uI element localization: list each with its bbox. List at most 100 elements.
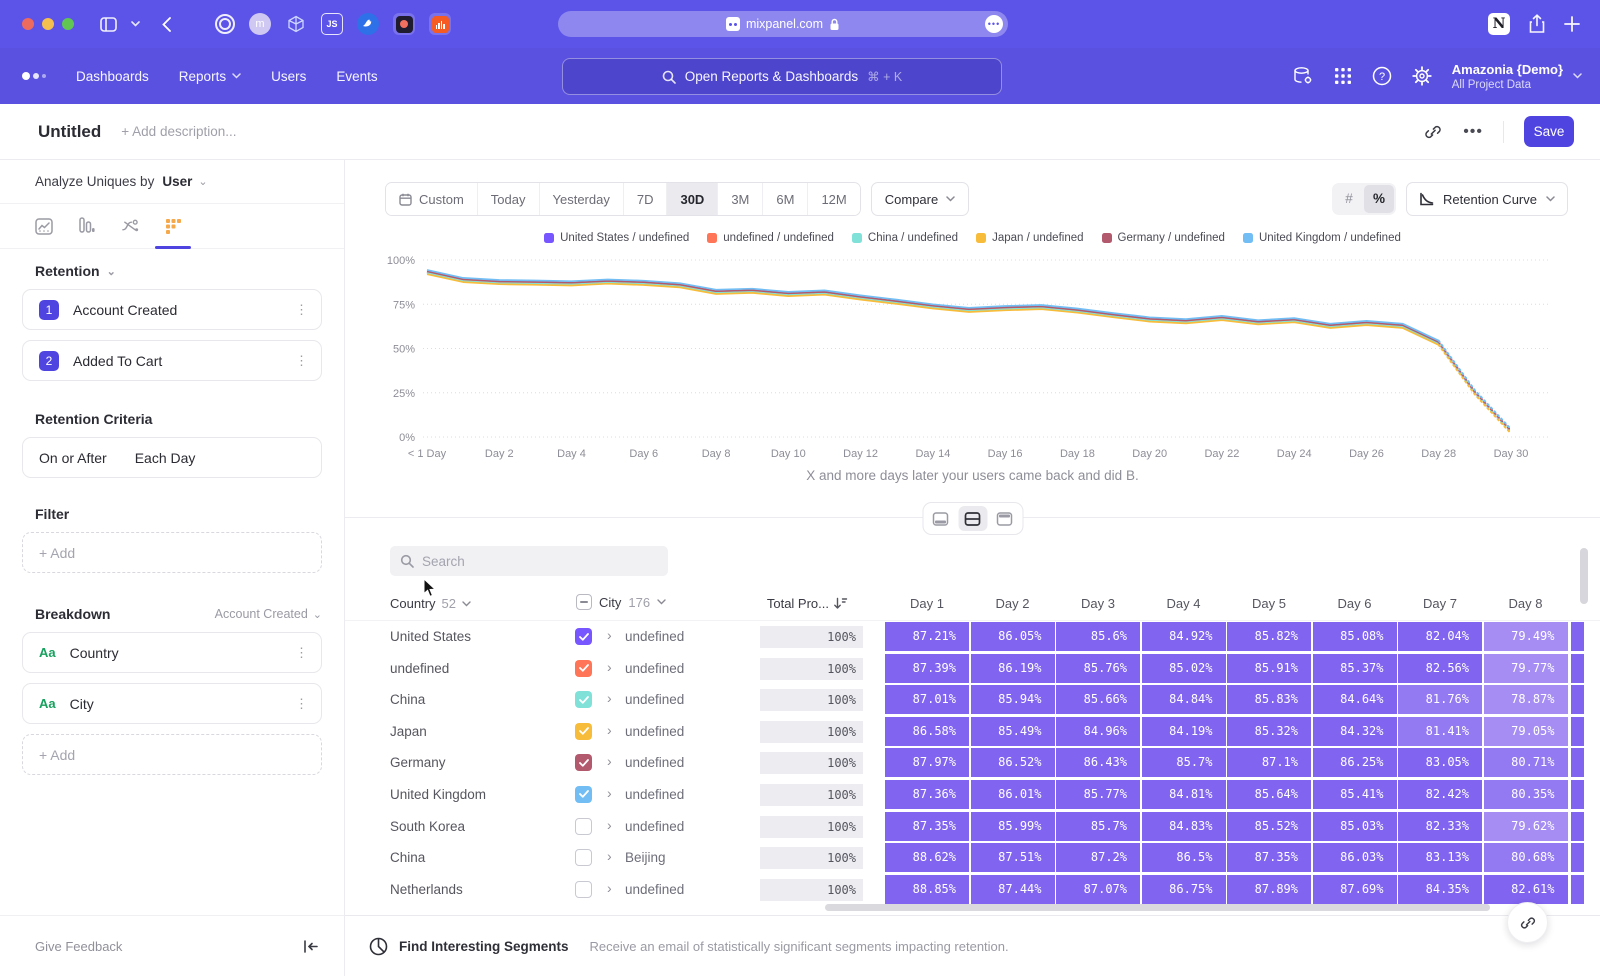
expand-row-chevron[interactable]: › bbox=[607, 880, 612, 896]
row-checkbox[interactable] bbox=[575, 754, 592, 771]
table-only-view-button[interactable] bbox=[990, 506, 1019, 531]
expand-row-chevron[interactable]: › bbox=[607, 722, 612, 738]
close-window-button[interactable] bbox=[22, 18, 34, 30]
kebab-menu-icon[interactable]: ⋮ bbox=[295, 645, 308, 661]
absolute-numbers-toggle[interactable]: # bbox=[1334, 185, 1364, 213]
new-tab-icon[interactable] bbox=[1564, 16, 1580, 32]
target-extension-icon[interactable] bbox=[215, 14, 235, 34]
legend-item[interactable]: Germany / undefined bbox=[1102, 232, 1225, 244]
cube-extension-icon[interactable] bbox=[285, 13, 307, 35]
share-link-fab[interactable] bbox=[1507, 902, 1548, 943]
sidebar-toggle-icon[interactable] bbox=[100, 17, 117, 32]
range-12M[interactable]: 12M bbox=[808, 183, 859, 215]
tab-insights[interactable] bbox=[35, 217, 53, 235]
range-6M[interactable]: 6M bbox=[763, 183, 808, 215]
more-options-button[interactable]: ••• bbox=[1463, 123, 1483, 141]
expand-row-chevron[interactable]: › bbox=[607, 785, 612, 801]
analyze-entity-selector[interactable]: User bbox=[162, 174, 192, 189]
soundcloud-extension-icon[interactable] bbox=[429, 13, 451, 35]
add-description[interactable]: + Add description... bbox=[121, 124, 236, 139]
nav-users[interactable]: Users bbox=[271, 69, 306, 84]
row-checkbox[interactable] bbox=[575, 849, 592, 866]
legend-item[interactable]: China / undefined bbox=[852, 232, 958, 244]
maximize-window-button[interactable] bbox=[62, 18, 74, 30]
report-title[interactable]: Untitled bbox=[38, 122, 101, 142]
breakdown-event-selector[interactable]: Account Created⌄ bbox=[215, 607, 322, 621]
data-management-icon[interactable] bbox=[1292, 66, 1314, 86]
share-icon[interactable] bbox=[1528, 14, 1546, 34]
retention-criteria-control[interactable]: On or After Each Day bbox=[22, 437, 322, 478]
address-bar[interactable]: mixpanel.com ••• bbox=[558, 11, 1008, 37]
add-filter-button[interactable]: + Add bbox=[22, 532, 322, 573]
tab-retention[interactable] bbox=[164, 217, 182, 235]
copy-link-icon[interactable] bbox=[1423, 122, 1443, 142]
chart-type-selector[interactable]: Retention Curve bbox=[1406, 182, 1568, 216]
range-7D[interactable]: 7D bbox=[624, 183, 668, 215]
add-breakdown-button[interactable]: + Add bbox=[22, 734, 322, 775]
expand-row-chevron[interactable]: › bbox=[607, 627, 612, 643]
range-Today[interactable]: Today bbox=[478, 183, 540, 215]
collapse-sidebar-icon[interactable] bbox=[303, 940, 318, 953]
extensions-menu-button[interactable]: ••• bbox=[985, 15, 1003, 33]
settings-gear-icon[interactable] bbox=[1412, 66, 1432, 86]
row-checkbox[interactable] bbox=[575, 723, 592, 740]
bird-extension-icon[interactable] bbox=[357, 13, 379, 35]
table-search[interactable] bbox=[390, 546, 668, 576]
legend-item[interactable]: United States / undefined bbox=[544, 232, 689, 244]
expand-row-chevron[interactable]: › bbox=[607, 690, 612, 706]
horizontal-scrollbar[interactable] bbox=[825, 904, 1490, 911]
expand-row-chevron[interactable]: › bbox=[607, 753, 612, 769]
expand-row-chevron[interactable]: › bbox=[607, 817, 612, 833]
legend-item[interactable]: Japan / undefined bbox=[976, 232, 1083, 244]
expand-row-chevron[interactable]: › bbox=[607, 659, 612, 675]
kebab-menu-icon[interactable]: ⋮ bbox=[295, 696, 308, 712]
chart-only-view-button[interactable] bbox=[926, 506, 955, 531]
mixpanel-logo[interactable] bbox=[22, 72, 46, 80]
retention-section-header[interactable]: Retention⌄ bbox=[35, 263, 344, 279]
row-checkbox[interactable] bbox=[575, 881, 592, 898]
step-added-to-cart[interactable]: 2 Added To Cart ⋮ bbox=[22, 340, 322, 381]
save-button[interactable]: Save bbox=[1524, 116, 1574, 147]
row-checkbox[interactable] bbox=[575, 786, 592, 803]
global-search-button[interactable]: Open Reports & Dashboards ⌘ + K bbox=[562, 58, 1002, 95]
kebab-menu-icon[interactable]: ⋮ bbox=[295, 353, 308, 369]
legend-item[interactable]: United Kingdom / undefined bbox=[1243, 232, 1401, 244]
step-account-created[interactable]: 1 Account Created ⋮ bbox=[22, 289, 322, 330]
legend-item[interactable]: undefined / undefined bbox=[707, 232, 834, 244]
row-checkbox[interactable] bbox=[575, 660, 592, 677]
tab-funnels[interactable] bbox=[78, 217, 96, 235]
minimize-window-button[interactable] bbox=[42, 18, 54, 30]
project-selector[interactable]: Amazonia {Demo} All Project Data bbox=[1452, 62, 1582, 91]
row-checkbox[interactable] bbox=[575, 691, 592, 708]
row-cells: 87.01%85.94%85.66%84.84%85.83%84.64%81.7… bbox=[885, 685, 1568, 714]
row-checkbox[interactable] bbox=[575, 628, 592, 645]
chevron-down-icon[interactable] bbox=[131, 21, 140, 27]
nav-dashboards[interactable]: Dashboards bbox=[76, 69, 149, 84]
kebab-menu-icon[interactable]: ⋮ bbox=[295, 302, 308, 318]
breakdown-city[interactable]: Aa City ⋮ bbox=[22, 683, 322, 724]
apps-grid-icon[interactable] bbox=[1334, 67, 1352, 85]
search-input[interactable] bbox=[422, 554, 642, 569]
nav-events[interactable]: Events bbox=[336, 69, 377, 84]
js-extension-icon[interactable]: JS bbox=[321, 13, 343, 35]
notion-icon[interactable]: N bbox=[1488, 13, 1510, 35]
breakdown-country[interactable]: Aa Country ⋮ bbox=[22, 632, 322, 673]
segments-title[interactable]: Find Interesting Segments bbox=[399, 939, 569, 954]
nav-reports[interactable]: Reports bbox=[179, 69, 241, 84]
tab-flows[interactable] bbox=[121, 217, 139, 235]
vertical-scrollbar[interactable] bbox=[1580, 548, 1588, 604]
split-view-button[interactable] bbox=[958, 506, 987, 531]
compare-button[interactable]: Compare bbox=[871, 182, 969, 216]
percentage-toggle[interactable]: % bbox=[1364, 185, 1394, 213]
patreon-extension-icon[interactable] bbox=[393, 13, 415, 35]
help-icon[interactable]: ? bbox=[1372, 66, 1392, 86]
range-3M[interactable]: 3M bbox=[718, 183, 763, 215]
range-Custom[interactable]: Custom bbox=[386, 183, 478, 215]
row-checkbox[interactable] bbox=[575, 818, 592, 835]
range-Yesterday[interactable]: Yesterday bbox=[540, 183, 624, 215]
expand-row-chevron[interactable]: › bbox=[607, 848, 612, 864]
range-30D[interactable]: 30D bbox=[667, 183, 718, 215]
avatar-extension-icon[interactable]: m bbox=[249, 13, 271, 35]
back-button[interactable] bbox=[162, 17, 171, 32]
give-feedback-link[interactable]: Give Feedback bbox=[35, 939, 122, 954]
